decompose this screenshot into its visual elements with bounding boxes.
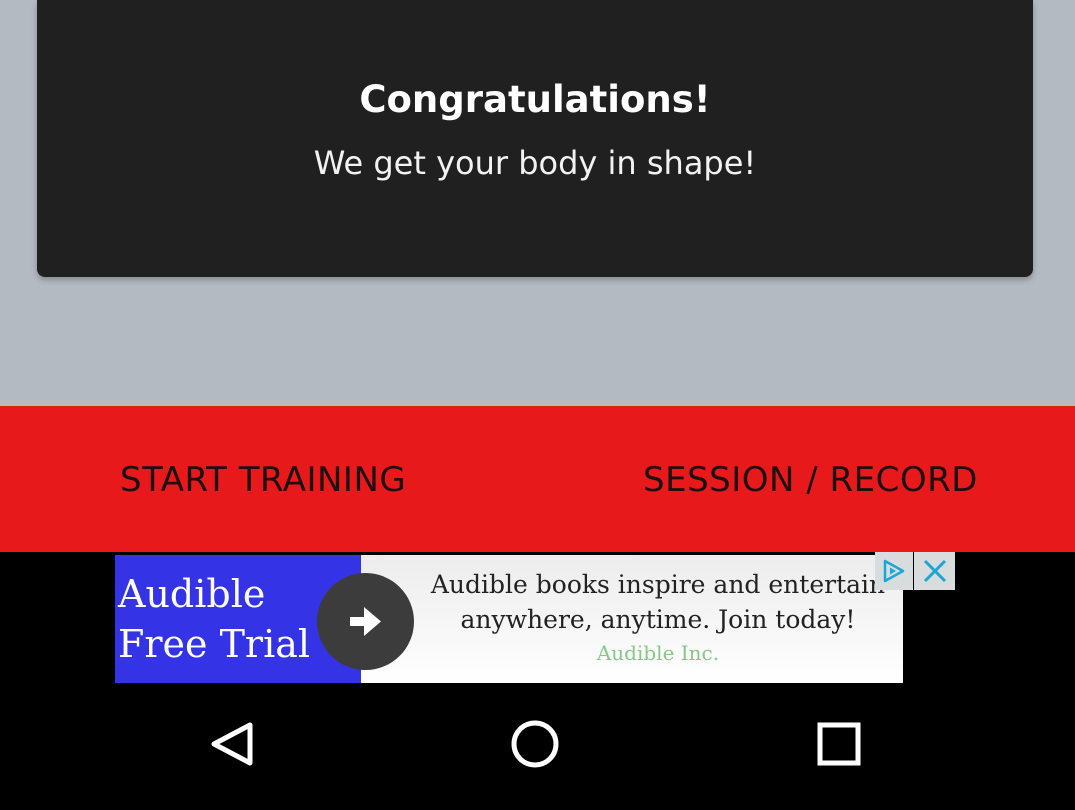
session-record-button[interactable]: SESSION / RECORD <box>643 406 978 552</box>
ad-headline-line2: anywhere, anytime. Join today! <box>460 605 856 634</box>
start-training-button[interactable]: START TRAINING <box>120 406 406 552</box>
ad-close-button[interactable] <box>914 552 955 590</box>
home-icon <box>511 720 559 768</box>
close-icon <box>923 559 947 583</box>
back-icon <box>211 722 253 766</box>
ad-advertiser: Audible Inc. <box>596 641 720 665</box>
action-bar: START TRAINING SESSION / RECORD <box>0 406 1075 552</box>
back-button[interactable] <box>203 714 263 774</box>
recent-apps-button[interactable] <box>809 714 869 774</box>
arrow-right-icon <box>350 607 381 636</box>
ad-headline: Audible books inspire and entertain anyw… <box>415 567 901 637</box>
adchoices-icon <box>883 559 905 583</box>
system-nav-bar <box>0 692 1075 810</box>
congratulations-card: Congratulations! We get your body in sha… <box>37 0 1033 277</box>
card-title: Congratulations! <box>359 78 711 121</box>
ad-headline-line1: Audible books inspire and entertain <box>430 570 886 599</box>
content-area: Congratulations! We get your body in sha… <box>0 0 1075 406</box>
adchoices-button[interactable] <box>875 552 913 590</box>
card-subtitle: We get your body in shape! <box>313 144 757 182</box>
ad-zone: Audible Free Trial Audible books inspire… <box>0 552 1075 692</box>
recent-apps-icon <box>817 722 861 766</box>
home-button[interactable] <box>505 714 565 774</box>
ad-arrow-button[interactable] <box>317 573 414 670</box>
ad-banner[interactable]: Audible Free Trial Audible books inspire… <box>115 555 903 683</box>
